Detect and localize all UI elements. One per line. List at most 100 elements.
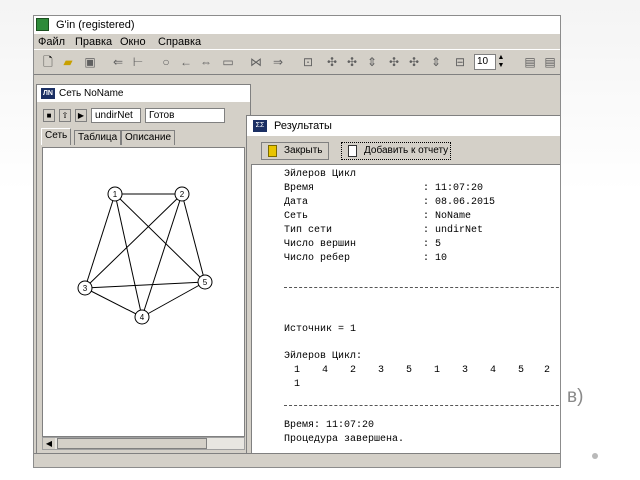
cycle-vertex-end: 1	[294, 379, 301, 390]
report-value-edges: : 10	[423, 253, 448, 264]
report-label-type: Тип сети	[284, 225, 333, 236]
graph-vertex-label-2: 2	[180, 190, 185, 199]
network-window-title: Сеть NoName	[59, 88, 124, 99]
report-value-time: : 11:07:20	[423, 183, 484, 194]
app-icon	[36, 18, 49, 31]
app-window: G'in (registered) Файл Правка Окно Справ…	[33, 15, 561, 468]
stop-icon[interactable]: ■	[43, 109, 55, 122]
report-value-type: : undirNet	[423, 225, 484, 236]
tool-expand-icon[interactable]: ✣	[386, 54, 402, 70]
mdi-area: ЛN Сеть NoName ■ ⇧ ▶ undirNet Готов Сеть…	[34, 76, 560, 468]
graph-edge-2-5[interactable]	[181, 193, 206, 283]
tab-network[interactable]: Сеть	[41, 128, 72, 145]
graph-edge-1-5[interactable]	[114, 193, 206, 283]
cycle-vertex: 2	[350, 365, 357, 376]
tool-nodes-icon[interactable]: ⋈	[248, 54, 264, 70]
play-icon[interactable]: ▶	[75, 109, 87, 122]
report-label-net: Сеть	[284, 211, 309, 222]
open-folder-icon[interactable]: ▰	[60, 54, 76, 70]
door-icon	[268, 145, 277, 157]
graph-svg: 1 2 3 4 5	[77, 186, 213, 325]
graph-edge-3-4[interactable]	[84, 287, 143, 318]
menu-edit[interactable]: Правка	[75, 34, 112, 50]
tool-frame-icon[interactable]: ⊟	[452, 54, 468, 70]
cycle-vertex: 5	[518, 365, 525, 376]
graph-vertex-label-3: 3	[83, 284, 88, 293]
report-value-date: : 08.06.2015	[423, 197, 496, 208]
graph-canvas[interactable]: 1 2 3 4 5	[42, 147, 245, 437]
tool-arrow-left-icon[interactable]: ⇐	[110, 54, 126, 70]
zoom-input[interactable]: 10	[474, 54, 496, 70]
cycle-vertex: 1	[294, 365, 301, 376]
cycle-vertex: 5	[406, 365, 413, 376]
network-window-icon: ЛN	[41, 88, 55, 99]
tool-arrow-bar-icon[interactable]: ⊢	[130, 54, 146, 70]
grid-icon[interactable]: ▤	[522, 54, 538, 70]
cycle-vertex: 4	[490, 365, 497, 376]
zoom-spinner-icon[interactable]: ▲ ▼	[496, 54, 506, 70]
scroll-left-icon[interactable]: ◂	[252, 467, 264, 468]
tool-down-icon[interactable]: ⇕	[428, 54, 444, 70]
report-done-line: Процедура завершена.	[284, 434, 405, 445]
scroll-left-icon[interactable]: ◀	[43, 438, 55, 449]
cycle-vertex: 2	[544, 365, 551, 376]
graph-edge-3-5[interactable]	[84, 281, 206, 289]
graph-vertex-label-1: 1	[113, 190, 118, 199]
menu-help[interactable]: Справка	[158, 34, 201, 50]
cycle-vertex: 1	[434, 365, 441, 376]
tool-line-icon[interactable]: ⇔	[198, 54, 214, 70]
cycle-vertex: 4	[322, 365, 329, 376]
tab-description[interactable]: Описание	[121, 130, 176, 145]
tool-collapse-icon[interactable]: ✣	[406, 54, 422, 70]
up-arrow-icon[interactable]: ⇧	[59, 109, 71, 122]
tool-move-icon[interactable]: ✣	[344, 54, 360, 70]
add-to-report-button[interactable]: Добавить к отчету	[341, 142, 451, 160]
tool-rect-icon[interactable]: ▭	[220, 54, 236, 70]
menu-bar: Файл Правка Окно Справка	[34, 34, 560, 48]
results-title-bar: ΣΣ Результаты	[247, 116, 560, 136]
close-button[interactable]: Закрыть	[261, 142, 329, 160]
status-bar	[34, 453, 560, 467]
menu-file[interactable]: Файл	[38, 34, 65, 50]
report-separator	[284, 287, 560, 288]
report-time-line: Время: 11:07:20	[284, 420, 375, 431]
report-value-net: : NoName	[423, 211, 472, 222]
report-label-edges: Число ребер	[284, 253, 351, 264]
slide-partial-text: в)	[567, 386, 584, 407]
network-hscroll[interactable]: ◀	[42, 437, 245, 450]
network-window-title-bar: ЛN Сеть NoName	[37, 85, 250, 102]
tool-circle-icon[interactable]: ○	[158, 54, 174, 70]
graph-vertex-label-5: 5	[203, 278, 208, 287]
close-button-label: Закрыть	[284, 145, 323, 156]
document-icon	[348, 145, 357, 157]
report-label-vertices: Число вершин	[284, 239, 357, 250]
results-window: ΣΣ Результаты Закрыть Добавить к отчету …	[246, 115, 560, 468]
tool-spread-icon[interactable]: ✣	[324, 54, 340, 70]
tool-up-icon[interactable]: ⇕	[364, 54, 380, 70]
tool-fit-icon[interactable]: ⊡	[300, 54, 316, 70]
grid-alt-icon[interactable]: ▤	[542, 54, 558, 70]
report-separator	[284, 405, 560, 406]
results-title: Результаты	[274, 120, 332, 132]
toolbar: 🗋 ▰ ▣ ⇐ ⊢ ○ ← ⇔ ▭ ⋈ ⇒ ⊡ ✣ ✣ ⇕ ✣ ✣ ⇕ ⊟ 10…	[34, 49, 560, 75]
cycle-vertex: 3	[378, 365, 385, 376]
add-to-report-label: Добавить к отчету	[364, 145, 449, 156]
report-heading: Эйлеров Цикл	[284, 169, 357, 180]
tab-table[interactable]: Таблица	[74, 130, 122, 145]
network-window: ЛN Сеть NoName ■ ⇧ ▶ undirNet Готов Сеть…	[36, 84, 251, 464]
report-label-time: Время	[284, 183, 315, 194]
new-file-icon[interactable]: 🗋	[40, 54, 56, 70]
scroll-thumb[interactable]	[57, 438, 207, 449]
tool-left-icon[interactable]: ←	[178, 54, 194, 70]
graph-vertex-label-4: 4	[140, 313, 145, 322]
app-title-bar: G'in (registered)	[34, 16, 560, 34]
report-cycle-heading: Эйлеров Цикл:	[284, 351, 363, 362]
net-status-field: Готов	[145, 108, 225, 123]
results-window-icon: ΣΣ	[253, 120, 267, 132]
menu-window[interactable]: Окно	[120, 34, 146, 50]
report-text-area[interactable]: Эйлеров Цикл Время : 11:07:20 Дата : 08.…	[251, 164, 560, 466]
save-icon[interactable]: ▣	[82, 54, 98, 70]
tool-shift-icon[interactable]: ⇒	[270, 54, 286, 70]
report-source-line: Источник = 1	[284, 324, 357, 335]
app-title: G'in (registered)	[56, 19, 135, 31]
